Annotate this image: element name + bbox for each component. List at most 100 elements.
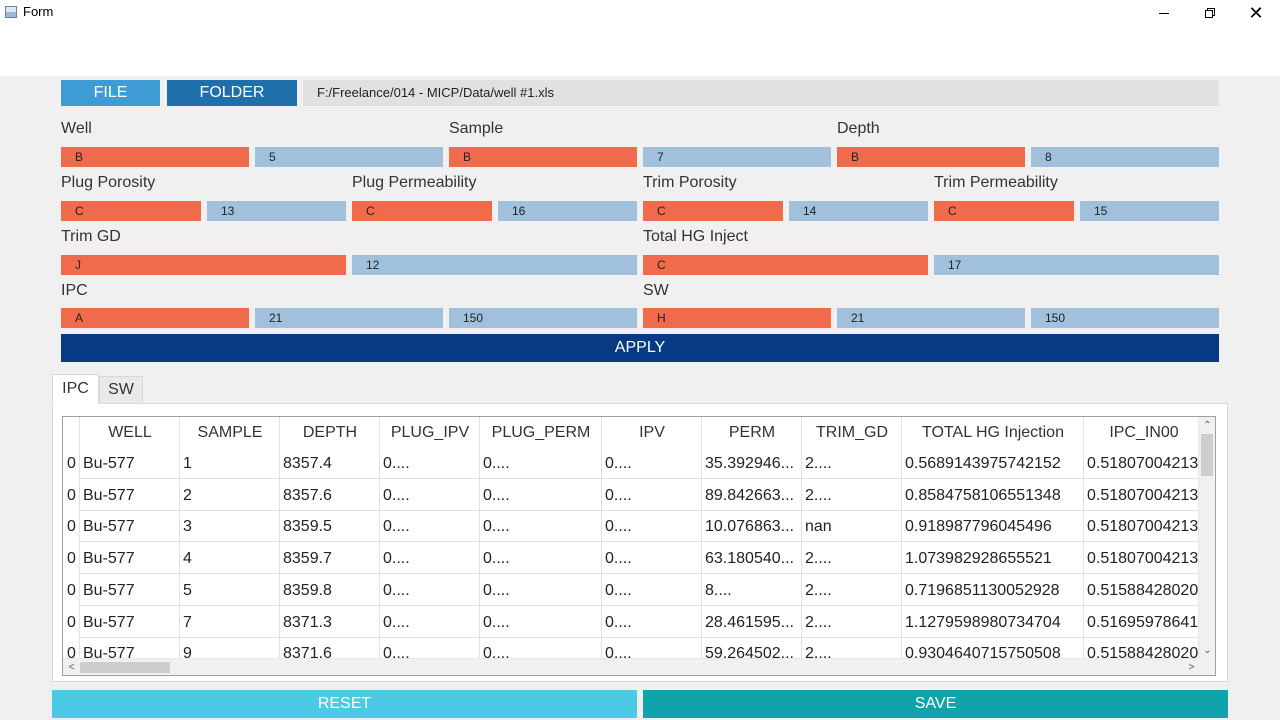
table-cell[interactable]: 8357.4 <box>280 448 380 479</box>
table-cell[interactable]: 0.51695978641 <box>1084 606 1204 638</box>
table-cell[interactable]: 1.1279598980734704 <box>902 606 1084 638</box>
table-cell[interactable]: Bu-577 <box>80 606 180 638</box>
vertical-scroll-thumb[interactable] <box>1201 434 1213 476</box>
table-cell[interactable]: 0.51807004213 <box>1084 479 1204 511</box>
depth-col-input[interactable]: B <box>837 147 1025 167</box>
horizontal-scroll-thumb[interactable] <box>80 662 170 673</box>
trim-porosity-col-input[interactable]: C <box>643 201 783 221</box>
row-index[interactable]: 0 <box>63 448 80 479</box>
table-cell[interactable]: Bu-577 <box>80 448 180 479</box>
minimize-button[interactable] <box>1141 0 1187 26</box>
table-cell[interactable]: 0.51807004213 <box>1084 511 1204 543</box>
table-cell[interactable]: 0.... <box>480 606 602 638</box>
table-cell[interactable]: 0.... <box>380 606 480 638</box>
table-cell[interactable]: 2.... <box>802 574 902 606</box>
row-index[interactable]: 0 <box>63 607 80 638</box>
trim-permeability-col-input[interactable]: C <box>934 201 1074 221</box>
table-cell[interactable]: 2.... <box>802 448 902 479</box>
path-field[interactable]: F:/Freelance/014 - MICP/Data/well #1.xls <box>303 80 1219 106</box>
table-cell[interactable]: 0.5689143975742152 <box>902 448 1084 479</box>
column-header[interactable]: SAMPLE <box>180 417 280 448</box>
table-cell[interactable]: 1.073982928655521 <box>902 543 1084 575</box>
plug-porosity-col-input[interactable]: C <box>61 201 201 221</box>
table-cell[interactable]: 0.... <box>380 479 480 511</box>
table-cell[interactable]: 1 <box>180 448 280 479</box>
column-header[interactable]: WELL <box>80 417 180 448</box>
sw-row-end-input[interactable]: 150 <box>1031 308 1219 328</box>
scroll-left-icon[interactable]: < <box>63 659 80 675</box>
table-cell[interactable]: 5 <box>180 574 280 606</box>
table-cell[interactable]: 3 <box>180 511 280 543</box>
table-cell[interactable]: 8359.5 <box>280 511 380 543</box>
table-cell[interactable]: 0.51807004213 <box>1084 543 1204 575</box>
table-cell[interactable]: 0.... <box>602 448 702 479</box>
trim-permeability-row-input[interactable]: 15 <box>1080 201 1219 221</box>
table-cell[interactable]: 0.... <box>380 448 480 479</box>
horizontal-scrollbar[interactable]: < > <box>63 658 1200 675</box>
sw-row-start-input[interactable]: 21 <box>837 308 1025 328</box>
restore-button[interactable] <box>1187 0 1233 26</box>
table-cell[interactable]: 0.... <box>602 543 702 575</box>
table-cell[interactable]: 0.7196851130052928 <box>902 574 1084 606</box>
table-cell[interactable]: 8359.8 <box>280 574 380 606</box>
total-hg-inject-row-input[interactable]: 17 <box>934 255 1219 275</box>
plug-porosity-row-input[interactable]: 13 <box>207 201 346 221</box>
table-cell[interactable]: 0.... <box>480 543 602 575</box>
file-button[interactable]: FILE <box>61 80 160 106</box>
column-header[interactable]: PLUG_PERM <box>480 417 602 448</box>
row-index[interactable]: 0 <box>63 511 80 542</box>
apply-button[interactable]: APPLY <box>61 334 1219 362</box>
plug-permeability-col-input[interactable]: C <box>352 201 492 221</box>
table-cell[interactable]: 28.461595... <box>702 606 802 638</box>
tab-ipc[interactable]: IPC <box>52 374 99 404</box>
well-col-input[interactable]: B <box>61 147 249 167</box>
table-cell[interactable]: 8.... <box>702 574 802 606</box>
table-cell[interactable]: 0.8584758106551348 <box>902 479 1084 511</box>
scroll-down-icon[interactable]: ⌄ <box>1199 642 1215 659</box>
table-cell[interactable]: 63.180540... <box>702 543 802 575</box>
table-cell[interactable]: 0.... <box>480 479 602 511</box>
table-cell[interactable]: 8357.6 <box>280 479 380 511</box>
trim-gd-col-input[interactable]: J <box>61 255 346 275</box>
table-cell[interactable]: 0.... <box>602 479 702 511</box>
depth-row-input[interactable]: 8 <box>1031 147 1219 167</box>
table-cell[interactable]: 4 <box>180 543 280 575</box>
column-header[interactable]: PLUG_IPV <box>380 417 480 448</box>
column-header[interactable]: TRIM_GD <box>802 417 902 448</box>
row-index[interactable]: 0 <box>63 575 80 606</box>
table-cell[interactable]: 0.... <box>480 574 602 606</box>
tab-sw[interactable]: SW <box>99 376 143 404</box>
folder-button[interactable]: FOLDER <box>167 80 297 106</box>
table-cell[interactable]: 0.... <box>380 511 480 543</box>
sample-col-input[interactable]: B <box>449 147 637 167</box>
table-cell[interactable]: 35.392946... <box>702 448 802 479</box>
sw-col-input[interactable]: H <box>643 308 831 328</box>
ipc-col-input[interactable]: A <box>61 308 249 328</box>
column-header[interactable]: PERM <box>702 417 802 448</box>
table-cell[interactable]: 89.842663... <box>702 479 802 511</box>
table-cell[interactable]: 10.076863... <box>702 511 802 543</box>
trim-porosity-row-input[interactable]: 14 <box>789 201 928 221</box>
row-index[interactable]: 0 <box>63 480 80 511</box>
column-header[interactable]: IPC_IN00 <box>1084 417 1204 448</box>
table-cell[interactable]: Bu-577 <box>80 574 180 606</box>
well-row-input[interactable]: 5 <box>255 147 443 167</box>
plug-permeability-row-input[interactable]: 16 <box>498 201 637 221</box>
table-cell[interactable]: 2.... <box>802 479 902 511</box>
column-header[interactable]: IPV <box>602 417 702 448</box>
data-table[interactable]: WELL SAMPLE DEPTH PLUG_IPV PLUG_PERM IPV PERM T… <box>62 416 1216 676</box>
table-cell[interactable]: nan <box>802 511 902 543</box>
vertical-scrollbar[interactable]: ⌃ ⌄ <box>1198 417 1215 659</box>
table-cell[interactable]: 8359.7 <box>280 543 380 575</box>
table-cell[interactable]: 2 <box>180 479 280 511</box>
table-cell[interactable]: 0.... <box>602 511 702 543</box>
ipc-row-start-input[interactable]: 21 <box>255 308 443 328</box>
table-cell[interactable]: 2.... <box>802 606 902 638</box>
column-header[interactable]: DEPTH <box>280 417 380 448</box>
reset-button[interactable]: RESET <box>52 690 637 718</box>
row-index[interactable]: 0 <box>63 543 80 574</box>
column-header[interactable]: TOTAL HG Injection <box>902 417 1084 448</box>
ipc-row-end-input[interactable]: 150 <box>449 308 637 328</box>
table-cell[interactable]: 0.... <box>480 448 602 479</box>
close-button[interactable]: ✕ <box>1233 0 1279 26</box>
